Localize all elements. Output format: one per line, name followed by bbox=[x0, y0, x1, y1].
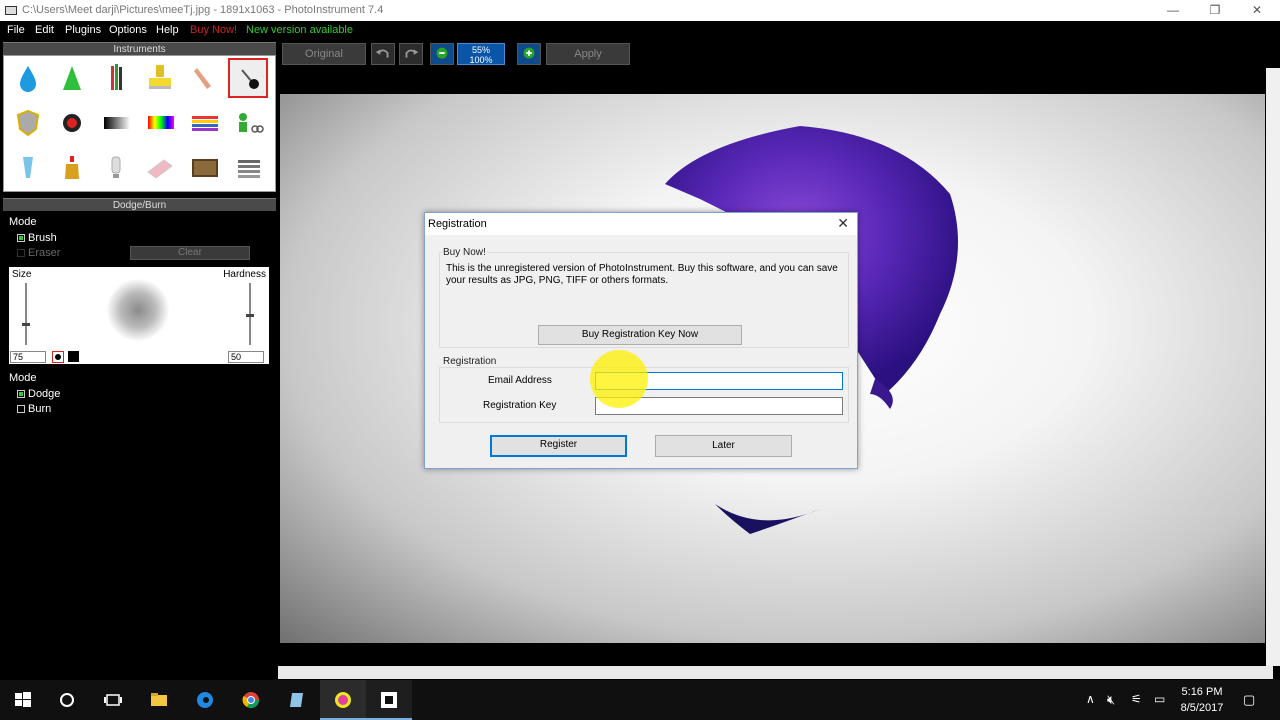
burn-option[interactable]: Burn bbox=[17, 403, 51, 415]
size-slider[interactable] bbox=[25, 283, 27, 345]
stamp-tool-icon[interactable] bbox=[140, 58, 180, 98]
buy-now-group-label: Buy Now! bbox=[442, 247, 487, 258]
volume-icon[interactable]: 🔇︎ bbox=[1107, 692, 1115, 708]
eraser-tool-icon[interactable] bbox=[140, 148, 180, 188]
minimize-button[interactable]: — bbox=[1150, 0, 1196, 21]
size-label: Size bbox=[12, 269, 32, 280]
title-bar: C:\Users\Meet darji\Pictures\meeTj.jpg -… bbox=[0, 0, 1280, 21]
horizontal-scrollbar[interactable] bbox=[278, 666, 1273, 679]
bottle-tool-icon[interactable] bbox=[52, 148, 92, 188]
dodge-option[interactable]: Dodge bbox=[17, 388, 60, 400]
zoom-in-icon[interactable] bbox=[517, 43, 541, 65]
window-title: C:\Users\Meet darji\Pictures\meeTj.jpg -… bbox=[22, 4, 384, 16]
instruments-header: Instruments bbox=[3, 42, 276, 55]
undo-icon[interactable] bbox=[371, 43, 395, 65]
eraser-option[interactable]: Eraser bbox=[17, 247, 60, 259]
zoom-indicator[interactable]: 55% 100% bbox=[457, 43, 505, 65]
bulb-tool-icon[interactable] bbox=[96, 148, 136, 188]
app-icon bbox=[5, 6, 17, 15]
left-panel: Instruments Dodge/Burn Mode Brush Eraser… bbox=[0, 40, 278, 680]
close-button[interactable]: ✕ bbox=[1234, 0, 1280, 21]
taskbar: ∧ 🔇︎ ⚟ ▭ 5:16 PM 8/5/2017 ▢ bbox=[0, 680, 1280, 720]
layers-text-tool-icon[interactable] bbox=[228, 148, 268, 188]
clock-date[interactable]: 8/5/2017 bbox=[1176, 702, 1228, 714]
pencils-tool-icon[interactable] bbox=[96, 58, 136, 98]
later-button[interactable]: Later bbox=[655, 435, 792, 457]
app-glass-icon[interactable] bbox=[274, 680, 320, 720]
photoinstrument-taskbar-icon[interactable] bbox=[320, 680, 366, 720]
hardness-label: Hardness bbox=[223, 269, 266, 280]
menu-new-version[interactable]: New version available bbox=[246, 21, 353, 40]
registration-group-label: Registration bbox=[442, 356, 498, 367]
mode-label: Mode bbox=[9, 216, 37, 228]
smudge-tool-icon[interactable] bbox=[184, 58, 224, 98]
dialog-title: Registration bbox=[425, 213, 857, 235]
dodge-burn-tool-icon[interactable] bbox=[228, 58, 268, 98]
eraser-checkbox[interactable] bbox=[17, 249, 25, 257]
register-button[interactable]: Register bbox=[490, 435, 627, 457]
size-spinner[interactable]: 75 bbox=[10, 351, 46, 363]
start-icon[interactable] bbox=[0, 680, 46, 720]
brush-round-icon[interactable] bbox=[52, 351, 64, 363]
tray-expand-icon[interactable]: ∧ bbox=[1086, 692, 1095, 706]
brush-settings: Size Hardness 75 50 bbox=[9, 267, 269, 364]
dialog-close-icon[interactable]: ✕ bbox=[837, 215, 849, 232]
edge-icon[interactable] bbox=[182, 680, 228, 720]
brush-option[interactable]: Brush bbox=[17, 232, 57, 244]
email-label: Email Address bbox=[488, 375, 552, 386]
file-explorer-icon[interactable] bbox=[136, 680, 182, 720]
buy-description: This is the unregistered version of Phot… bbox=[446, 263, 838, 286]
menu-options[interactable]: Options bbox=[109, 21, 147, 40]
red-eye-tool-icon[interactable] bbox=[52, 103, 92, 143]
redo-icon[interactable] bbox=[399, 43, 423, 65]
buy-registration-key-button[interactable]: Buy Registration Key Now bbox=[538, 325, 742, 345]
notification-icon[interactable]: ▢ bbox=[1243, 692, 1255, 708]
brush-checkbox[interactable] bbox=[17, 234, 25, 242]
size-slider-handle[interactable] bbox=[22, 323, 30, 326]
menu-edit[interactable]: Edit bbox=[35, 21, 54, 40]
apply-button[interactable]: Apply bbox=[546, 43, 630, 65]
burn-checkbox[interactable] bbox=[17, 405, 25, 413]
glass-tool-icon[interactable] bbox=[8, 148, 48, 188]
menu-buy-now[interactable]: Buy Now! bbox=[190, 21, 237, 40]
brush-preview bbox=[107, 279, 169, 341]
vertical-scrollbar[interactable] bbox=[1266, 68, 1280, 666]
network-icon[interactable]: ⚟ bbox=[1131, 692, 1142, 706]
registration-key-label: Registration Key bbox=[483, 400, 557, 411]
color-spectrum-tool-icon[interactable] bbox=[140, 103, 180, 143]
menu-file[interactable]: File bbox=[7, 21, 25, 40]
registration-dialog: Registration ✕ Buy Now! This is the unre… bbox=[424, 212, 858, 469]
maximize-button[interactable]: ❐ bbox=[1192, 0, 1238, 21]
clear-button[interactable]: Clear bbox=[130, 246, 250, 260]
gradient-tool-icon[interactable] bbox=[96, 103, 136, 143]
brush-square-icon[interactable] bbox=[68, 351, 79, 362]
shield-tool-icon[interactable] bbox=[8, 103, 48, 143]
instruments-grid bbox=[3, 55, 276, 192]
dodge-checkbox[interactable] bbox=[17, 390, 25, 398]
task-view-icon[interactable] bbox=[90, 680, 136, 720]
hardness-slider-handle[interactable] bbox=[246, 314, 254, 317]
color-bars-tool-icon[interactable] bbox=[184, 103, 224, 143]
zoom-current: 55% bbox=[471, 45, 490, 55]
search-icon[interactable] bbox=[44, 680, 90, 720]
clone-scissors-tool-icon[interactable] bbox=[228, 103, 268, 143]
mode2-label: Mode bbox=[9, 372, 37, 384]
menu-bar: File Edit Plugins Options Help Buy Now! … bbox=[0, 21, 1280, 40]
texture-tool-icon[interactable] bbox=[184, 148, 224, 188]
menu-help[interactable]: Help bbox=[156, 21, 179, 40]
camtasia-icon[interactable] bbox=[366, 680, 412, 720]
zoom-out-icon[interactable] bbox=[430, 43, 454, 65]
cone-tool-icon[interactable] bbox=[52, 58, 92, 98]
menu-plugins[interactable]: Plugins bbox=[65, 21, 101, 40]
chrome-icon[interactable] bbox=[228, 680, 274, 720]
toolbar: Original 55% 100% Apply bbox=[278, 40, 1280, 68]
battery-icon[interactable]: ▭ bbox=[1154, 692, 1165, 706]
original-button[interactable]: Original bbox=[282, 43, 366, 65]
clock-time[interactable]: 5:16 PM bbox=[1176, 686, 1228, 698]
drop-tool-icon[interactable] bbox=[8, 58, 48, 98]
zoom-actual: 100% bbox=[469, 55, 493, 65]
dodge-burn-header: Dodge/Burn bbox=[3, 198, 276, 211]
hardness-spinner[interactable]: 50 bbox=[228, 351, 264, 363]
cursor-highlight bbox=[590, 350, 648, 408]
